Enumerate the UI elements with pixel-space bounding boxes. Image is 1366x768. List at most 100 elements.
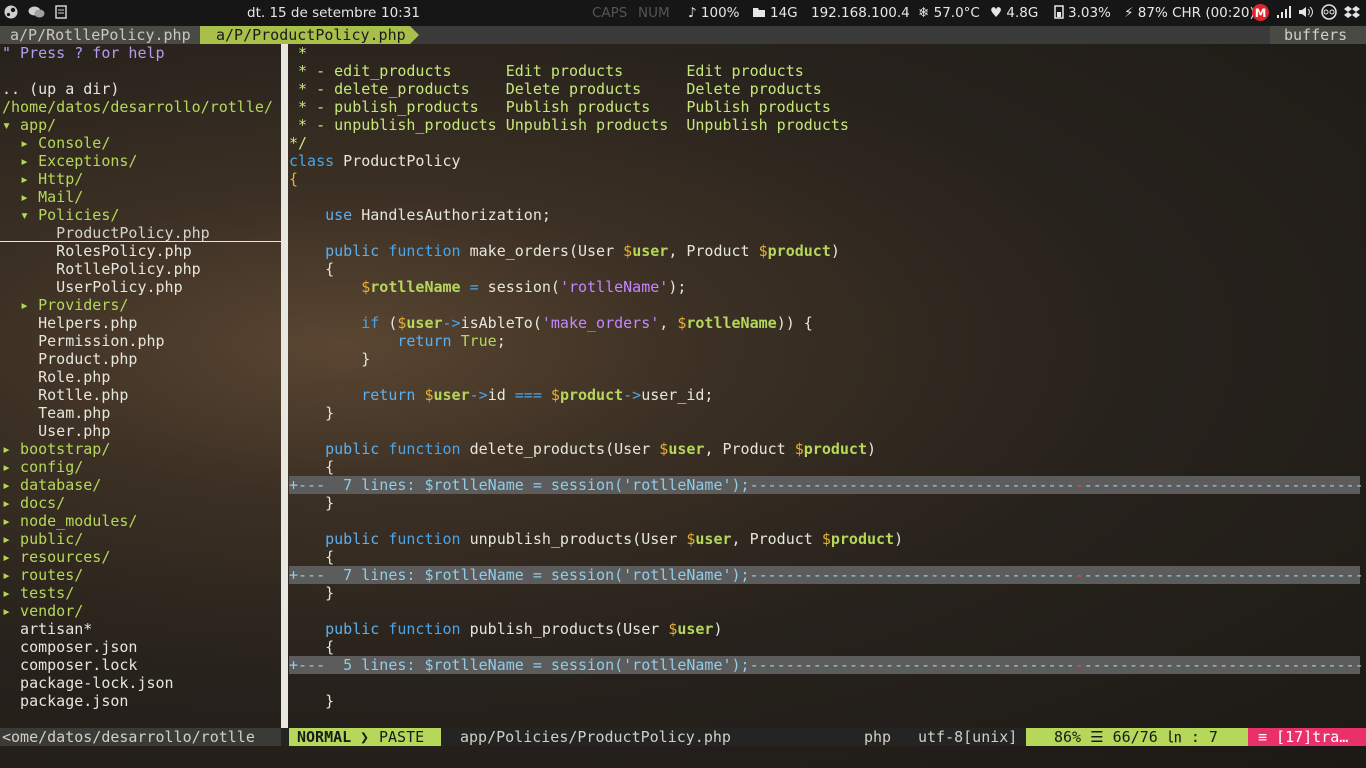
nerdtree-panel: " Press ? for help .. (up a dir)/home/dat… — [0, 44, 281, 728]
code-line[interactable]: { — [289, 548, 1359, 566]
tab-productpolicy[interactable]: a/P/ProductPolicy.php — [200, 26, 419, 44]
code-line[interactable]: if ($user->isAbleTo('make_orders', $rotl… — [289, 314, 1359, 332]
signal-icon[interactable] — [1276, 0, 1292, 26]
tree-dir-item[interactable]: ▸ database/ — [2, 476, 101, 494]
code-line[interactable] — [289, 710, 1359, 728]
code-line[interactable]: return True; — [289, 332, 1359, 350]
fold-line[interactable]: +--- 7 lines: $rotlleName = session('rot… — [289, 566, 1366, 584]
code-line[interactable]: } — [289, 350, 1359, 368]
code-token: rotlleName — [370, 278, 461, 296]
speaker-icon[interactable] — [1298, 0, 1314, 26]
tree-dir-item[interactable]: ▸ node_modules/ — [2, 512, 137, 530]
tree-dir-item[interactable]: ▾ app/ — [2, 116, 56, 134]
window-split-divider[interactable] — [281, 44, 288, 728]
buffers-label[interactable]: buffers — [1270, 26, 1366, 44]
tree-file-item[interactable]: composer.lock — [2, 656, 137, 674]
tree-dir-item[interactable]: ▸ tests/ — [2, 584, 74, 602]
code-line[interactable]: * - delete_products Delete products Dele… — [289, 80, 1359, 98]
tree-file-item[interactable]: RotllePolicy.php — [2, 260, 201, 278]
tree-file-item[interactable]: ProductPolicy.php — [0, 224, 281, 242]
code-line[interactable]: public function publish_products(User $u… — [289, 620, 1359, 638]
tree-file-item[interactable]: Permission.php — [2, 332, 164, 350]
tree-file-item[interactable]: RolesPolicy.php — [2, 242, 191, 260]
memory-value: 4.8G — [1006, 5, 1039, 21]
paste-indicator: PASTE — [369, 728, 441, 746]
tree-dir-item[interactable]: ▸ vendor/ — [2, 602, 83, 620]
tree-file-item[interactable]: Product.php — [2, 350, 137, 368]
tree-dir-item[interactable]: ▸ resources/ — [2, 548, 110, 566]
tree-file-item[interactable]: package.json — [2, 692, 128, 710]
tree-file-item[interactable]: artisan* — [2, 620, 92, 638]
tree-dir-item[interactable]: ▸ Console/ — [2, 134, 110, 152]
tree-dir-item[interactable]: ▸ Exceptions/ — [2, 152, 137, 170]
tree-dir-item[interactable]: ▸ Providers/ — [2, 296, 128, 314]
code-line[interactable]: public function make_orders(User $user, … — [289, 242, 1359, 260]
code-line[interactable]: } — [289, 494, 1359, 512]
tree-dir-item[interactable]: ▸ config/ — [2, 458, 83, 476]
code-line[interactable]: } — [289, 584, 1359, 602]
document-icon[interactable] — [54, 0, 68, 26]
code-line[interactable]: * - unpublish_products Unpublish product… — [289, 116, 1359, 134]
code-line[interactable]: $rotlleName = session('rotlleName'); — [289, 278, 1359, 296]
code-line[interactable]: use HandlesAuthorization; — [289, 206, 1359, 224]
tree-file-item[interactable]: .. (up a dir) — [2, 80, 119, 98]
tree-dir-item[interactable]: ▸ public/ — [2, 530, 83, 548]
code-line[interactable]: { — [289, 170, 1359, 188]
code-line[interactable] — [289, 422, 1359, 440]
code-line[interactable]: { — [289, 638, 1359, 656]
code-line[interactable] — [289, 602, 1359, 620]
mail-icon[interactable]: M — [1252, 0, 1269, 26]
fold-line[interactable]: +--- 7 lines: $rotlleName = session('rot… — [289, 476, 1366, 494]
code-line[interactable]: { — [289, 260, 1359, 278]
code-line[interactable] — [289, 512, 1359, 530]
editor-buffer[interactable]: * * - edit_products Edit products Edit p… — [289, 44, 1366, 728]
code-line[interactable] — [289, 674, 1359, 692]
dropbox-icon[interactable] — [1344, 0, 1360, 26]
code-line[interactable]: * — [289, 44, 1359, 62]
tree-file-item[interactable]: package-lock.json — [2, 674, 174, 692]
tab-rotllepolicy[interactable]: a/P/RotllePolicy.php — [0, 26, 200, 44]
code-token: user — [433, 386, 470, 404]
code-token: public — [325, 440, 380, 458]
tree-file-item[interactable]: Team.php — [2, 404, 110, 422]
tree-dir-item[interactable]: ▸ docs/ — [2, 494, 65, 512]
tree-dir-item[interactable]: ▸ Http/ — [2, 170, 83, 188]
code-line[interactable]: class ProductPolicy — [289, 152, 1359, 170]
code-line[interactable]: * - edit_products Edit products Edit pro… — [289, 62, 1359, 80]
code-line[interactable]: public function delete_products(User $us… — [289, 440, 1359, 458]
tree-file-item[interactable]: User.php — [2, 422, 110, 440]
tree-dir-item[interactable]: ▾ Policies/ — [2, 206, 119, 224]
fold-line[interactable]: +--- 5 lines: $rotlleName = session('rot… — [289, 656, 1366, 674]
tree-root-path[interactable]: /home/datos/desarrollo/rotlle/ — [2, 98, 273, 116]
code-line[interactable]: * - publish_products Publish products Pu… — [289, 98, 1359, 116]
code-line[interactable]: { — [289, 458, 1359, 476]
network-icon[interactable] — [1321, 0, 1337, 26]
code-token: product — [559, 386, 624, 404]
code-line[interactable] — [289, 188, 1359, 206]
tree-file-item[interactable]: Rotlle.php — [2, 386, 128, 404]
tree-dir-item[interactable]: ▸ routes/ — [2, 566, 83, 584]
code-line[interactable]: */ — [289, 134, 1359, 152]
code-line[interactable]: return $user->id === $product->user_id; — [289, 386, 1359, 404]
volume-label[interactable]: ♪ 100% — [688, 0, 740, 26]
tree-dir-item[interactable]: ▸ Mail/ — [2, 188, 83, 206]
code-line[interactable]: } — [289, 404, 1359, 422]
steam-icon[interactable] — [4, 0, 18, 26]
code-token: * - unpublish_products Unpublish product… — [289, 116, 849, 134]
code-line[interactable] — [289, 296, 1359, 314]
code-token: user — [677, 620, 714, 638]
tree-file-item[interactable]: composer.json — [2, 638, 137, 656]
code-line[interactable] — [289, 368, 1359, 386]
code-line[interactable]: public function unpublish_products(User … — [289, 530, 1359, 548]
tree-file-item[interactable]: Helpers.php — [2, 314, 137, 332]
code-token: ); — [668, 278, 687, 296]
tree-dir-item[interactable]: ▸ bootstrap/ — [2, 440, 110, 458]
chat-icon[interactable] — [28, 0, 45, 26]
fold-marker: - — [1074, 566, 1084, 584]
tree-file-item[interactable]: UserPolicy.php — [2, 278, 182, 296]
code-line[interactable]: } — [289, 692, 1359, 710]
code-line[interactable] — [289, 224, 1359, 242]
tree-file-item[interactable]: Role.php — [2, 368, 110, 386]
